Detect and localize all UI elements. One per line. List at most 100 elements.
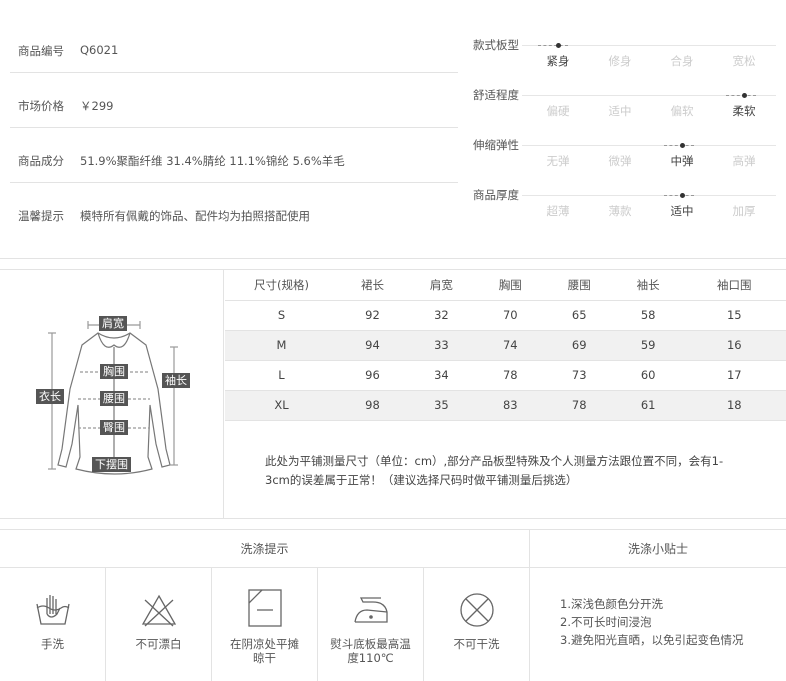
attr-option: 无弹 xyxy=(546,154,570,168)
size-cell: 73 xyxy=(544,360,614,391)
size-cell: 61 xyxy=(613,390,683,421)
size-cell: 59 xyxy=(613,330,683,361)
info-row-price: 市场价格 ￥299 xyxy=(10,73,458,128)
size-cell: 16 xyxy=(682,330,786,361)
tips-title: 洗涤小贴士 xyxy=(627,542,688,556)
size-cell: 32 xyxy=(406,300,476,331)
wash-item-no-bleach: 不可漂白 xyxy=(106,568,212,681)
attr-option: 适中 xyxy=(608,104,632,118)
size-cell: 78 xyxy=(475,360,545,391)
size-cell: 74 xyxy=(475,330,545,361)
size-cell: 96 xyxy=(338,360,407,391)
attr-track xyxy=(522,145,776,146)
info-value: 51.9%聚酯纤维 31.4%腈纶 11.1%锦纶 5.6%羊毛 xyxy=(80,154,345,168)
attr-indicator-dot xyxy=(742,93,747,98)
dry-flat-shade-icon xyxy=(248,589,282,627)
size-note-line: 此处为平铺测量尺寸（单位：cm）,部分产品板型特殊及个人测量方法跟位置不同，会有… xyxy=(265,454,724,468)
hand-wash-icon xyxy=(36,595,70,625)
table-row: L 96 34 78 73 60 17 xyxy=(225,360,786,391)
attr-track xyxy=(522,195,776,196)
attr-label: 舒适程度 xyxy=(473,88,519,102)
attr-indicator-line xyxy=(664,195,694,196)
size-cell: 94 xyxy=(338,330,407,361)
attr-option: 偏软 xyxy=(670,104,694,118)
table-row: M 94 33 74 69 59 16 xyxy=(225,330,786,361)
info-label: 市场价格 xyxy=(18,99,64,113)
size-cell: M xyxy=(225,330,338,361)
size-cell: 35 xyxy=(406,390,476,421)
wash-item-label: 不可干洗 xyxy=(453,637,500,651)
attr-option: 柔软 xyxy=(732,104,756,118)
attr-option: 高弹 xyxy=(732,154,756,168)
attr-label: 款式板型 xyxy=(473,38,519,52)
info-value: Q6021 xyxy=(80,43,119,57)
size-cell: S xyxy=(225,300,338,331)
attr-option: 修身 xyxy=(608,54,632,68)
attr-elasticity: 伸缩弹性 无弹 微弹 中弹 高弹 xyxy=(470,137,780,187)
section-divider xyxy=(0,258,786,259)
wash-title: 洗涤提示 xyxy=(240,542,289,556)
attr-label: 伸缩弹性 xyxy=(473,138,519,152)
size-cell: 83 xyxy=(475,390,545,421)
attr-option: 超薄 xyxy=(546,204,570,218)
sleeve-label: 袖长 xyxy=(162,373,190,388)
length-label: 衣长 xyxy=(36,389,64,404)
shoulder-label: 肩宽 xyxy=(99,316,127,331)
size-cell: 98 xyxy=(338,390,407,421)
size-cell: XL xyxy=(225,390,338,421)
no-dry-clean-icon xyxy=(460,593,494,627)
wash-item-label: 不可漂白 xyxy=(135,637,182,651)
wash-item-hand-wash: 手洗 xyxy=(0,568,106,681)
attr-indicator-dot xyxy=(680,193,685,198)
hem-label: 下摆围 xyxy=(92,457,131,472)
tips-list: 1.深浅色颜色分开洗 2.不可长时间浸泡 3.避免阳光直晒，以免引起变色情况 xyxy=(560,595,743,649)
size-cell: 18 xyxy=(682,390,786,421)
info-label: 商品成分 xyxy=(18,154,64,168)
attr-option: 合身 xyxy=(670,54,694,68)
attr-thickness: 商品厚度 超薄 薄款 适中 加厚 xyxy=(470,187,780,237)
list-item: 2.不可长时间浸泡 xyxy=(560,615,652,629)
size-cell: 33 xyxy=(406,330,476,361)
size-cell: 65 xyxy=(544,300,614,331)
size-header-cell: 肩宽 xyxy=(406,270,476,301)
attr-indicator-dot xyxy=(556,43,561,48)
info-row-notice: 温馨提示 模特所有佩戴的饰品、配件均为拍照搭配使用 xyxy=(10,183,458,238)
size-header-cell: 裙长 xyxy=(338,270,407,301)
wash-item-dry-flat: 在阴凉处平摊晾干 xyxy=(212,568,318,681)
attr-option: 薄款 xyxy=(608,204,632,218)
size-cell: 15 xyxy=(682,300,786,331)
wash-item-iron: 熨斗底板最高温度110℃ xyxy=(318,568,424,681)
size-cell: 60 xyxy=(613,360,683,391)
info-value: 模特所有佩戴的饰品、配件均为拍照搭配使用 xyxy=(80,209,310,223)
no-bleach-icon xyxy=(141,594,177,627)
attr-indicator-dot xyxy=(680,143,685,148)
info-value: ￥299 xyxy=(80,99,114,113)
size-header-cell: 胸围 xyxy=(475,270,545,301)
attr-label: 商品厚度 xyxy=(473,188,519,202)
size-header-cell: 尺寸(规格) xyxy=(225,270,338,301)
wash-item-label: 在阴凉处平摊晾干 xyxy=(230,637,299,665)
attr-option: 紧身 xyxy=(546,54,570,68)
section-divider xyxy=(0,518,786,519)
hip-label: 臀围 xyxy=(100,420,128,435)
size-cell: 58 xyxy=(613,300,683,331)
attr-indicator-line xyxy=(726,95,756,96)
size-header-cell: 袖长 xyxy=(613,270,683,301)
info-row-code: 商品编号 Q6021 xyxy=(10,18,458,73)
size-cell: 92 xyxy=(338,300,407,331)
attr-option: 偏硬 xyxy=(546,104,570,118)
attr-indicator-line xyxy=(538,45,568,46)
attr-fit: 款式板型 紧身 修身 合身 宽松 xyxy=(470,37,780,87)
size-table-header: 尺寸(规格) 裙长 肩宽 胸围 腰围 袖长 袖口围 xyxy=(225,270,786,301)
wash-item-label: 手洗 xyxy=(41,637,64,651)
attr-comfort: 舒适程度 偏硬 适中 偏软 柔软 xyxy=(470,87,780,137)
size-note: 此处为平铺测量尺寸（单位：cm）,部分产品板型特殊及个人测量方法跟位置不同，会有… xyxy=(265,452,755,490)
size-table: 尺寸(规格) 裙长 肩宽 胸围 腰围 袖长 袖口围 S 92 32 70 65 … xyxy=(225,270,786,421)
size-cell: 70 xyxy=(475,300,545,331)
info-label: 温馨提示 xyxy=(18,209,64,223)
waist-label: 腰围 xyxy=(100,391,128,406)
attr-indicator-line xyxy=(664,145,694,146)
size-cell: L xyxy=(225,360,338,391)
attr-option: 适中 xyxy=(670,204,694,218)
size-cell: 69 xyxy=(544,330,614,361)
